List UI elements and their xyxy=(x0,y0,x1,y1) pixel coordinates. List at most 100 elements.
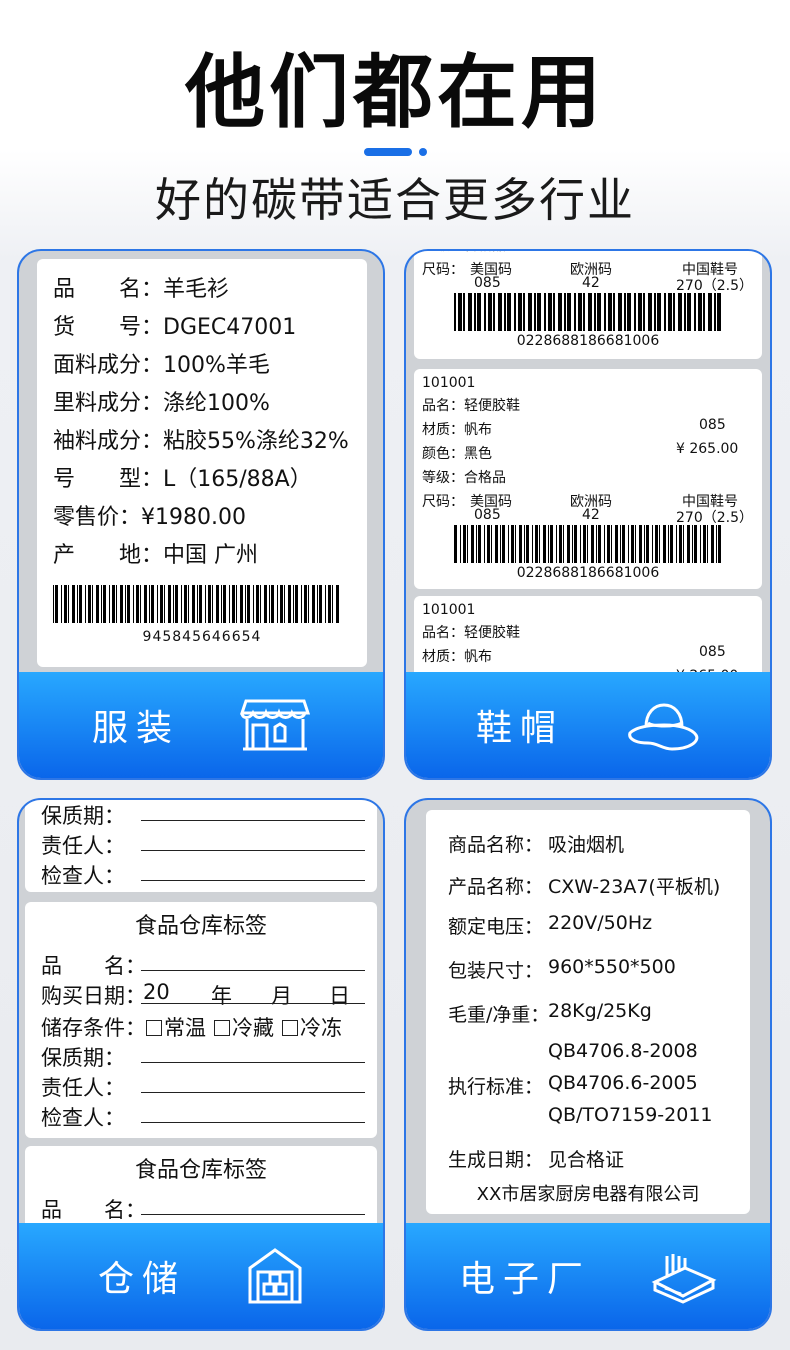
checker-line xyxy=(141,1122,365,1123)
shoe-us-value: 085 xyxy=(474,275,501,291)
storage-option-frozen: 冷冻 xyxy=(300,1016,342,1040)
clothing-row: 产 地：中国 广州 xyxy=(53,537,258,569)
clothing-row: 袖料成分：粘胶55%涤纶32% xyxy=(53,423,349,455)
item-name-label: 品 名： xyxy=(41,954,146,978)
page-subtitle: 好的碳带适合更多行业 xyxy=(155,173,635,227)
shoe-barcode-number: 0228688186681006 xyxy=(516,565,660,581)
warehouse-tag-title: 食品仓库标签 xyxy=(134,914,267,939)
storage-checkbox-normal[interactable] xyxy=(146,1020,162,1036)
shoe-size-code: 085 xyxy=(699,417,726,433)
clothing-barcode xyxy=(53,585,343,623)
shelf-life-line xyxy=(141,820,365,821)
clothing-row-value: DGEC47001 xyxy=(163,315,297,340)
shoe-size-label: 尺码： xyxy=(422,262,464,278)
electronics-panel: 商品名称： 吸油烟机 产品名称： CXW-23A7(平板机) 额定电压： 220V/50H… xyxy=(404,798,772,1331)
std-2: QB4706.6-2005 xyxy=(548,1072,698,1094)
warehouse-footer[interactable]: 仓储 xyxy=(19,1223,383,1329)
clothing-row-key: 号 型： xyxy=(53,467,164,492)
shoe-material-key: 材质： xyxy=(422,649,464,665)
clothing-row: 货 号：DGEC47001 xyxy=(53,309,296,341)
electronics-row-value: 220V/50Hz xyxy=(548,912,653,934)
storage-checkbox-frozen[interactable] xyxy=(282,1020,298,1036)
shelf-life-label: 保质期： xyxy=(41,1046,125,1070)
electronics-row-key: 产品名称： xyxy=(448,876,544,898)
shoes-panel: 101001 品名：轻便胶鞋 材质：帆布 085 颜色：黑色 ¥ 265.00 … xyxy=(404,249,772,780)
electronics-row-value: 28Kg/25Kg xyxy=(548,1000,652,1022)
storage-checkbox-chilled[interactable] xyxy=(214,1020,230,1036)
factory-icon xyxy=(651,1248,717,1304)
shoe-price: ¥ 265.00 xyxy=(676,441,739,457)
checker-label: 检查人： xyxy=(41,1106,125,1130)
shoe-name-key: 品名： xyxy=(422,398,464,414)
shoe-grade: 等级：合格品 xyxy=(422,251,506,255)
shoe-material: 材质：帆布 xyxy=(422,419,492,439)
buy-date-month: 月 xyxy=(271,984,292,1008)
shoe-grade-value: 合格品 xyxy=(464,251,506,254)
shoe-name: 品名：轻便胶鞋 xyxy=(422,395,520,415)
shoe-color-key: 颜色： xyxy=(422,446,464,462)
shoe-material-value: 帆布 xyxy=(464,649,492,665)
shoe-name-value: 轻便胶鞋 xyxy=(464,398,520,414)
electronics-row-key: 毛重/净重： xyxy=(448,1004,550,1026)
checker-label: 检查人： xyxy=(41,864,125,888)
buy-date-year-prefix: 20 xyxy=(143,980,170,1004)
clothing-footer[interactable]: 服装 xyxy=(19,672,383,778)
warehouse-tag-top: 保质期： 责任人： 检查人： xyxy=(25,800,377,892)
electronics-row-value: 吸油烟机 xyxy=(548,834,625,856)
clothing-row-value: L（165/88A） xyxy=(163,467,312,492)
clothing-panel: 品 名：羊毛衫货 号：DGEC47001 面料成分：100%羊毛 里料成分：涤纶10… xyxy=(17,249,385,780)
title-underline-dash xyxy=(364,148,412,156)
item-name-line xyxy=(141,970,365,971)
electronics-tag: 商品名称： 吸油烟机 产品名称： CXW-23A7(平板机) 额定电压： 220V/50H… xyxy=(426,810,750,1214)
clothing-row-value: 粘胶55%涤纶32% xyxy=(163,429,349,454)
shoe-grade-key: 等级： xyxy=(422,470,464,486)
shoe-code: 101001 xyxy=(422,602,476,618)
buy-date-year: 年 xyxy=(211,984,232,1008)
shoe-code: 101001 xyxy=(422,375,476,391)
storage-key: 储存条件： xyxy=(41,1016,146,1040)
shoe-size-code: 085 xyxy=(699,644,726,660)
clothing-barcode-number: 945845646654 xyxy=(142,629,262,645)
shoe-barcode xyxy=(454,525,724,563)
buy-date-line xyxy=(141,1003,365,1004)
shoe-name-value: 轻便胶鞋 xyxy=(464,625,520,641)
electronics-footer[interactable]: 电子厂 xyxy=(406,1223,770,1329)
clothing-row-value: ¥1980.00 xyxy=(141,505,246,530)
clothing-row: 品 名：羊毛衫 xyxy=(53,271,229,303)
warehouse-tag-main: 食品仓库标签 品 名： 购买日期： 20 年 月 日 储存条件： 常温 冷藏 冷冻 保… xyxy=(25,902,377,1138)
shelf-life-label: 保质期： xyxy=(41,804,125,828)
shoe-grade-key: 等级： xyxy=(422,251,464,254)
clothing-label: 服装 xyxy=(91,708,180,749)
shoe-us-value: 085 xyxy=(474,507,501,523)
std-label: 执行标准： xyxy=(448,1076,544,1098)
shoe-material-value: 帆布 xyxy=(464,422,492,438)
shoe-grade-value: 合格品 xyxy=(464,470,506,486)
clothing-row-key: 货 号： xyxy=(53,315,164,340)
shoe-eu-value: 42 xyxy=(582,275,600,291)
company-name: XX市居家厨房电器有限公司 xyxy=(476,1184,700,1205)
shoe-tag-top: 101001 品名：轻便胶鞋 材质：帆布 085 颜色：黑色 ¥ 265.00 … xyxy=(414,251,762,359)
page-title: 他们都在用 xyxy=(185,46,605,139)
electronics-label: 电子厂 xyxy=(458,1259,591,1300)
storage-option-chilled: 冷藏 xyxy=(232,1016,274,1040)
warehouse-label: 仓储 xyxy=(97,1259,186,1300)
clothing-row-value: 中国 广州 xyxy=(163,543,259,568)
shoe-barcode xyxy=(454,293,724,331)
shoe-color-value: 黑色 xyxy=(464,446,492,462)
clothing-row-key: 里料成分： xyxy=(53,391,164,416)
electronics-row-value: 960*550*500 xyxy=(548,956,676,978)
shoe-cn-value: 270（2.5） xyxy=(676,278,753,294)
clothing-row-key: 产 地： xyxy=(53,543,164,568)
clothing-row-value: 羊毛衫 xyxy=(163,277,230,302)
shoes-label: 鞋帽 xyxy=(475,708,564,749)
clothing-row-key: 面料成分： xyxy=(53,353,164,378)
person-label: 责任人： xyxy=(41,1076,125,1100)
shoes-footer[interactable]: 鞋帽 xyxy=(406,672,770,778)
clothing-row-value: 100%羊毛 xyxy=(163,353,270,378)
person-label: 责任人： xyxy=(41,834,125,858)
shoe-material-key: 材质： xyxy=(422,422,464,438)
shoe-material: 材质：帆布 xyxy=(422,646,492,666)
electronics-row-key: 商品名称： xyxy=(448,834,544,856)
electronics-row-key: 包装尺寸： xyxy=(448,960,544,982)
shoe-name-key: 品名： xyxy=(422,625,464,641)
